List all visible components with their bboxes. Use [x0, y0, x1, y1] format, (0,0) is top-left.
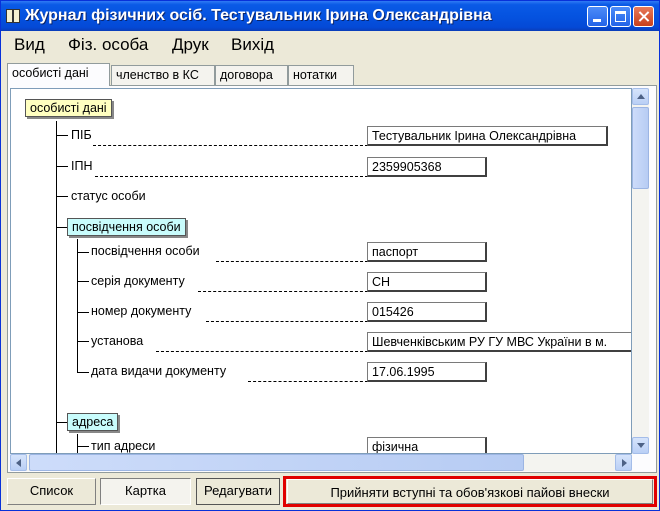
- menu-view[interactable]: Вид: [14, 35, 45, 55]
- accept-contributions-button[interactable]: Прийняти вступні та обов'язкові пайові в…: [283, 476, 657, 507]
- tab-contracts[interactable]: договора: [215, 65, 288, 85]
- series-field[interactable]: СН: [367, 272, 487, 292]
- id-document-node[interactable]: посвідчення особи: [67, 218, 186, 236]
- pib-label: ПІБ: [71, 128, 92, 142]
- address-type-label: тип адреси: [91, 439, 156, 453]
- number-field[interactable]: 015426: [367, 302, 487, 322]
- menu-person[interactable]: Фіз. особа: [68, 35, 148, 55]
- accept-button-label: Прийняти вступні та обов'язкові пайові в…: [287, 479, 653, 504]
- menu-print[interactable]: Друк: [172, 35, 209, 55]
- minimize-button[interactable]: [587, 6, 608, 27]
- menu-bar: Вид Фіз. особа Друк Вихід: [1, 32, 659, 58]
- vertical-scrollbar[interactable]: [632, 88, 649, 454]
- scroll-down-button[interactable]: [632, 437, 649, 454]
- menu-exit[interactable]: Вихід: [231, 35, 274, 55]
- tab-membership[interactable]: членство в КС: [111, 65, 215, 85]
- arrow-left-icon: [16, 459, 21, 467]
- title-bar[interactable]: Журнал фізичних осіб. Тестувальник Ірина…: [1, 1, 659, 31]
- book-icon: [6, 9, 20, 23]
- status-label: статус особи: [71, 189, 146, 203]
- address-node[interactable]: адреса: [67, 413, 119, 431]
- issuer-label: установа: [91, 334, 144, 348]
- tab-personal-data[interactable]: особисті дані: [7, 63, 110, 86]
- issuer-field[interactable]: Шевченківським РУ ГУ МВС України в м.: [367, 332, 631, 352]
- maximize-button[interactable]: [610, 6, 631, 27]
- series-label: серія документу: [91, 274, 185, 288]
- scroll-up-button[interactable]: [632, 88, 649, 105]
- issue-date-field[interactable]: 17.06.1995: [367, 362, 487, 382]
- pib-field[interactable]: Тестувальник Ірина Олександрівна: [367, 126, 608, 146]
- card-button[interactable]: Картка: [100, 478, 191, 505]
- window-title: Журнал фізичних осіб. Тестувальник Ірина…: [25, 7, 492, 24]
- scroll-right-button[interactable]: [615, 454, 632, 471]
- horizontal-scrollbar[interactable]: [10, 454, 632, 471]
- scroll-left-button[interactable]: [10, 454, 27, 471]
- arrow-right-icon: [622, 459, 627, 467]
- close-button[interactable]: [633, 6, 654, 27]
- list-button[interactable]: Список: [7, 478, 96, 505]
- vertical-scroll-thumb[interactable]: [632, 107, 649, 189]
- arrow-down-icon: [637, 443, 645, 448]
- horizontal-scroll-thumb[interactable]: [29, 454, 524, 471]
- main-window: Журнал фізичних осіб. Тестувальник Ірина…: [0, 0, 660, 511]
- ipn-label: ІПН: [71, 159, 93, 173]
- edit-button[interactable]: Редагувати: [196, 478, 280, 505]
- doc-type-field[interactable]: паспорт: [367, 242, 487, 262]
- ipn-field[interactable]: 2359905368: [367, 157, 487, 177]
- tree-root-node[interactable]: особисті дані: [25, 99, 112, 117]
- address-type-field[interactable]: фізична: [367, 437, 487, 453]
- tree-line: [56, 121, 57, 453]
- tab-notes[interactable]: нотатки: [288, 65, 354, 85]
- doc-type-label: посвідчення особи: [91, 244, 200, 258]
- number-label: номер документу: [91, 304, 192, 318]
- arrow-up-icon: [637, 94, 645, 99]
- tab-panel: особисті дані ПІБ Тестувальник Ірина Оле…: [7, 85, 657, 473]
- tree-view: особисті дані ПІБ Тестувальник Ірина Оле…: [10, 88, 632, 454]
- issue-date-label: дата видачи документу: [91, 364, 227, 378]
